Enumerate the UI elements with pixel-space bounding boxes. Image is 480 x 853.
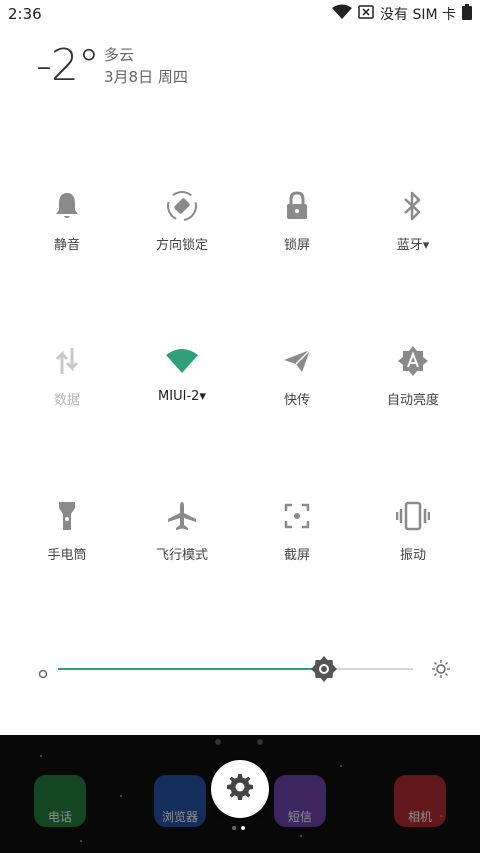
tile-label: 手电筒 bbox=[47, 548, 87, 563]
tile-label: 数据 bbox=[53, 393, 80, 408]
bluetooth-icon bbox=[358, 186, 468, 226]
weather-condition: 多云 bbox=[104, 46, 135, 64]
tile-auto-brightness[interactable]: 自动亮度 bbox=[358, 341, 468, 408]
brightness-thumb[interactable] bbox=[311, 656, 337, 686]
tile-quick-transfer[interactable]: 快传 bbox=[242, 341, 352, 408]
weather-date: 3月8日 周四 bbox=[104, 68, 188, 86]
wifi-icon bbox=[127, 341, 237, 381]
tile-label: 蓝牙▾ bbox=[396, 238, 430, 253]
tile-rotation-lock[interactable]: 方向锁定 bbox=[127, 186, 237, 253]
auto-brightness-icon bbox=[358, 341, 468, 381]
dock-app-label: 浏览器 bbox=[161, 810, 198, 824]
tile-label: 快传 bbox=[283, 393, 310, 408]
tile-flashlight[interactable]: 手电筒 bbox=[12, 496, 122, 563]
lock-icon bbox=[242, 186, 352, 226]
temperature: -2° bbox=[36, 40, 100, 91]
airplane-icon bbox=[127, 496, 237, 536]
dock-app-browser[interactable]: 浏览器 bbox=[154, 775, 206, 827]
tile-label: 截屏 bbox=[283, 548, 310, 563]
tile-bluetooth[interactable]: 蓝牙▾ bbox=[358, 186, 468, 253]
data-arrows-icon bbox=[12, 341, 122, 381]
dock-app-label: 电话 bbox=[47, 810, 72, 824]
brightness-slider[interactable] bbox=[38, 655, 450, 685]
gear-icon bbox=[227, 774, 253, 804]
no-sim-icon bbox=[358, 5, 374, 23]
battery-icon bbox=[462, 4, 472, 24]
tile-vibrate[interactable]: 振动 bbox=[358, 496, 468, 563]
brightness-fill bbox=[58, 668, 324, 670]
brightness-track[interactable] bbox=[58, 656, 413, 682]
status-icons: 没有 SIM 卡 bbox=[332, 4, 472, 24]
tile-lock-screen[interactable]: 锁屏 bbox=[242, 186, 352, 253]
no-sim-text: 没有 SIM 卡 bbox=[380, 7, 456, 23]
tile-label: 锁屏 bbox=[283, 238, 310, 253]
rotation-lock-icon bbox=[127, 186, 237, 226]
dock-app-camera[interactable]: 相机 bbox=[394, 775, 446, 827]
bell-icon bbox=[12, 186, 122, 226]
tile-wifi[interactable]: MIUI-2▾ bbox=[127, 341, 237, 404]
tile-label: MIUI-2▾ bbox=[158, 389, 206, 404]
brightness-low-icon bbox=[38, 664, 48, 683]
tile-screenshot[interactable]: 截屏 bbox=[242, 496, 352, 563]
send-icon bbox=[242, 341, 352, 381]
tile-airplane-mode[interactable]: 飞行模式 bbox=[127, 496, 237, 563]
tile-mobile-data[interactable]: 数据 bbox=[12, 341, 122, 408]
tile-label: 静音 bbox=[53, 238, 80, 253]
vibrate-icon bbox=[358, 496, 468, 536]
wifi-signal-icon bbox=[332, 4, 352, 24]
dock-app-phone[interactable]: 电话 bbox=[34, 775, 86, 827]
dock-app-label: 相机 bbox=[407, 810, 432, 824]
status-bar: 2:36 没有 SIM 卡 bbox=[0, 0, 480, 28]
brightness-high-icon bbox=[432, 660, 450, 682]
tile-label: 自动亮度 bbox=[386, 393, 439, 408]
screenshot-icon bbox=[242, 496, 352, 536]
status-time: 2:36 bbox=[8, 5, 42, 23]
tile-label: 飞行模式 bbox=[155, 548, 208, 563]
tile-label: 方向锁定 bbox=[155, 238, 208, 253]
page-indicator bbox=[232, 826, 245, 830]
dock-app-messages[interactable]: 短信 bbox=[274, 775, 326, 827]
tile-label: 振动 bbox=[399, 548, 426, 563]
settings-button[interactable] bbox=[211, 760, 269, 818]
tile-silent[interactable]: 静音 bbox=[12, 186, 122, 253]
flashlight-icon bbox=[12, 496, 122, 536]
dock-app-label: 短信 bbox=[287, 810, 312, 824]
